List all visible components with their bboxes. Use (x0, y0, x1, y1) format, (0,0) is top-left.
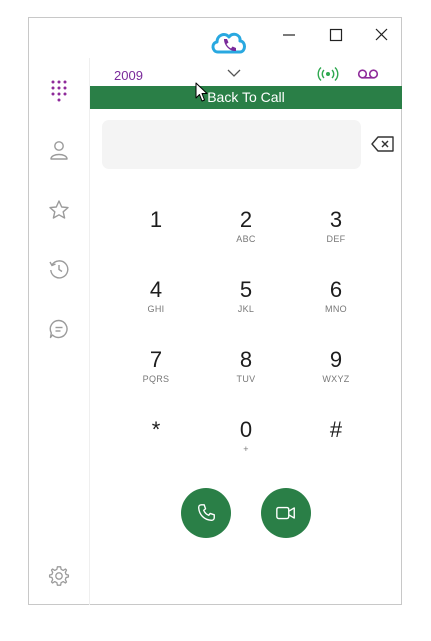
key-digit: 7 (149, 347, 163, 372)
dial-key-4[interactable]: 4 GHI (126, 268, 186, 326)
voice-call-button[interactable] (181, 488, 231, 538)
key-digit: 8 (239, 347, 253, 372)
key-digit: 9 (329, 347, 343, 372)
close-button[interactable] (367, 25, 397, 45)
app-window: 2009 Back To Call 1 2 ABC 3 DEF 4 GHI 5 … (28, 17, 402, 605)
video-camera-icon (276, 506, 295, 520)
dial-key-8[interactable]: 8 TUV (216, 338, 276, 396)
mouse-cursor-icon (195, 82, 208, 102)
dial-key-star[interactable]: * (126, 408, 186, 466)
key-digit: 5 (239, 277, 253, 302)
dial-key-7[interactable]: 7 PQRS (126, 338, 186, 396)
key-digit: 3 (329, 207, 343, 232)
settings-gear-icon[interactable] (47, 564, 71, 588)
key-letters: JKL (237, 304, 255, 314)
dial-key-0[interactable]: 0 + (216, 408, 276, 466)
key-letters: + (243, 444, 249, 454)
key-letters: ABC (236, 234, 256, 244)
minimize-button[interactable] (274, 25, 304, 45)
voicemail-icon[interactable] (357, 68, 379, 80)
extension-number[interactable]: 2009 (114, 68, 143, 83)
history-icon[interactable] (47, 257, 71, 281)
dial-key-2[interactable]: 2 ABC (216, 198, 276, 256)
chat-icon[interactable] (47, 317, 71, 341)
key-digit: 6 (329, 277, 343, 302)
back-to-call-button[interactable]: Back To Call (90, 86, 402, 109)
dial-key-6[interactable]: 6 MNO (306, 268, 366, 326)
key-letters: MNO (325, 304, 347, 314)
dial-key-3[interactable]: 3 DEF (306, 198, 366, 256)
dial-key-hash[interactable]: # (306, 408, 366, 466)
key-digit: * (151, 417, 161, 442)
key-digit: 2 (239, 207, 253, 232)
key-digit: # (329, 417, 343, 442)
dial-key-5[interactable]: 5 JKL (216, 268, 276, 326)
key-letters: TUV (236, 374, 256, 384)
key-digit: 0 (239, 417, 253, 442)
video-call-button[interactable] (261, 488, 311, 538)
dial-number-input[interactable] (102, 120, 361, 169)
backspace-icon[interactable] (371, 135, 395, 153)
dial-key-9[interactable]: 9 WXYZ (306, 338, 366, 396)
key-letters: DEF (326, 234, 346, 244)
dialpad-icon[interactable] (47, 78, 71, 102)
key-digit: 1 (149, 207, 163, 232)
key-letters: GHI (147, 304, 165, 314)
chevron-down-icon[interactable] (227, 68, 241, 78)
app-logo-cloud-phone-icon (211, 32, 246, 54)
phone-icon (197, 504, 215, 522)
extension-bar: 2009 (90, 58, 402, 86)
favorites-star-icon[interactable] (47, 198, 71, 222)
maximize-button[interactable] (321, 25, 351, 45)
key-letters: PQRS (142, 374, 170, 384)
title-bar (29, 18, 401, 58)
contacts-icon[interactable] (47, 138, 71, 162)
signal-broadcast-icon (317, 66, 339, 82)
key-letters: WXYZ (322, 374, 350, 384)
dial-key-1[interactable]: 1 (126, 198, 186, 256)
key-digit: 4 (149, 277, 163, 302)
sidebar-nav (29, 58, 90, 605)
